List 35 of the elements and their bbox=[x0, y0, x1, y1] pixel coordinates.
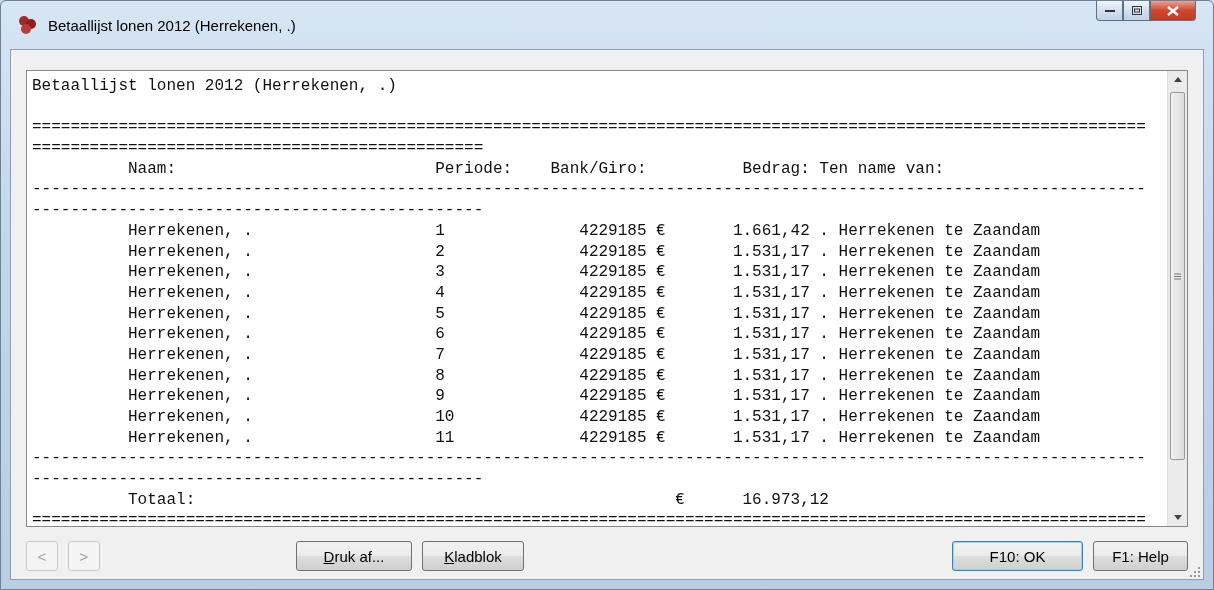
close-button[interactable] bbox=[1150, 1, 1196, 21]
report-line: -------------------------------------------------------------------------------------------------------------------- bbox=[32, 179, 1147, 201]
report-line: ==================================================================================================================== bbox=[32, 117, 1147, 139]
report-line: =============================================== bbox=[32, 138, 485, 159]
report-line: Naam: Periode: Bank/Giro: Bedrag: Ten name van: bbox=[127, 158, 946, 180]
report-line: Herrekenen, . 11 4229185 € 1.531,17 . Herrekenen te Zaandam bbox=[127, 427, 1042, 449]
report-text-area[interactable] bbox=[26, 70, 1188, 527]
scrollbar-thumb[interactable] bbox=[1170, 92, 1185, 460]
report-line: Herrekenen, . 2 4229185 € 1.531,17 . Herrekenen te Zaandam bbox=[127, 241, 1042, 263]
notepad-button[interactable]: Kladblok bbox=[422, 541, 524, 571]
report-line: ----------------------------------------------- bbox=[32, 469, 485, 490]
report-line: Herrekenen, . 4 4229185 € 1.531,17 . Herrekenen te Zaandam bbox=[127, 282, 1042, 304]
maximize-icon bbox=[1131, 6, 1142, 15]
ok-button[interactable]: F10: OK bbox=[952, 541, 1083, 571]
report-line: Herrekenen, . 8 4229185 € 1.531,17 . Herrekenen te Zaandam bbox=[127, 365, 1042, 387]
report-line: -------------------------------------------------------------------------------------------------------------------- bbox=[32, 448, 1147, 470]
help-button[interactable]: F1: Help bbox=[1093, 541, 1188, 571]
report-title: Betaallijst lonen 2012 (Herrekenen, .) bbox=[32, 76, 398, 97]
report-line: ==================================================================================================================== bbox=[32, 510, 1147, 526]
report-line: ----------------------------------------------- bbox=[32, 200, 485, 221]
report-line: Herrekenen, . 7 4229185 € 1.531,17 . Herrekenen te Zaandam bbox=[127, 344, 1042, 366]
report-line: Totaal: € 16.973,12 bbox=[127, 489, 830, 511]
resize-grip-icon[interactable] bbox=[1190, 567, 1200, 577]
maximize-button[interactable] bbox=[1123, 1, 1150, 21]
report-line: Herrekenen, . 3 4229185 € 1.531,17 . Herrekenen te Zaandam bbox=[127, 262, 1042, 283]
vertical-scrollbar[interactable] bbox=[1167, 71, 1187, 526]
report-line: Herrekenen, . 5 4229185 € 1.531,17 . Herrekenen te Zaandam bbox=[127, 303, 1042, 325]
window-title: Betaallijst lonen 2012 (Herrekenen, .) bbox=[48, 16, 297, 34]
minimize-button[interactable] bbox=[1096, 1, 1123, 21]
print-button[interactable]: Druk af... bbox=[296, 541, 412, 571]
report-line: Herrekenen, . 10 4229185 € 1.531,17 . Herrekenen te Zaandam bbox=[127, 407, 1042, 428]
close-icon bbox=[1167, 5, 1179, 16]
report-line: Herrekenen, . 6 4229185 € 1.531,17 . Herrekenen te Zaandam bbox=[127, 324, 1042, 345]
report-line: Herrekenen, . 9 4229185 € 1.531,17 . Herrekenen te Zaandam bbox=[127, 386, 1042, 407]
report-line: Herrekenen, . 1 4229185 € 1.661,42 . Herrekenen te Zaandam bbox=[127, 220, 1042, 242]
